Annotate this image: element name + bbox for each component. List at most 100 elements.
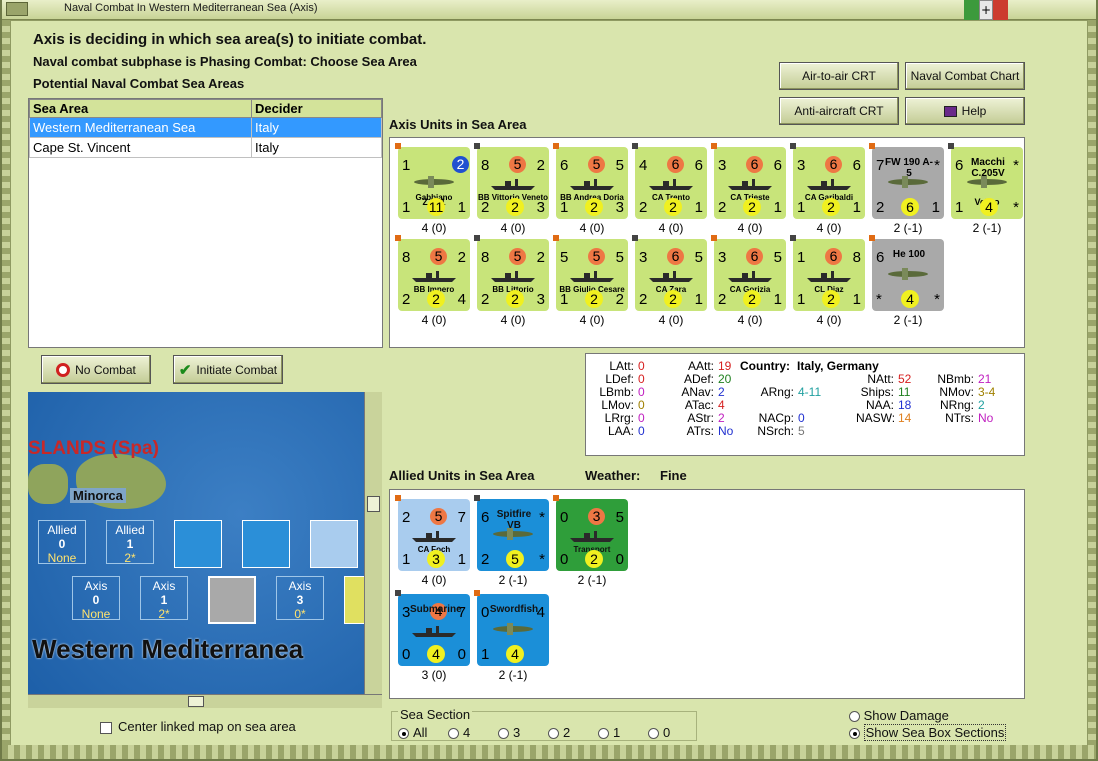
stat-value: 18 xyxy=(898,398,912,412)
unit-bottom-right: 2 xyxy=(615,291,624,308)
unit-bottom-center: 2 xyxy=(585,550,603,568)
air-to-air-crt-button[interactable]: Air-to-air CRT xyxy=(779,62,899,90)
stat-key: LRrg: xyxy=(604,411,634,425)
unit-counter[interactable]: 12GabbianoZ.5011111 xyxy=(395,143,470,219)
map-counter-spitfire[interactable] xyxy=(174,520,222,568)
axis-sea-box-1[interactable]: Axis 1 2* xyxy=(140,576,188,621)
close-icon[interactable] xyxy=(993,0,1009,20)
axis-sea-box-0[interactable]: Axis 0 None xyxy=(72,576,120,621)
counter-marker xyxy=(711,143,717,149)
scroll-thumb[interactable] xyxy=(188,696,204,707)
unit-counter[interactable]: 1 6 8 CL Diaz 1 2 1 xyxy=(790,235,865,311)
radio-button[interactable] xyxy=(849,711,860,723)
anti-aircraft-crt-button[interactable]: Anti-aircraft CRT xyxy=(779,97,899,125)
show-damage-option[interactable]: Show Damage xyxy=(849,708,949,723)
unit-counter[interactable]: 8 5 2 BB Littorio 2 2 3 xyxy=(474,235,549,311)
sea-section-option[interactable]: 4 xyxy=(448,725,498,740)
unit-counter[interactable]: 6 * Spitfire VB 2 5 * xyxy=(474,495,549,571)
no-combat-button[interactable]: No Combat xyxy=(41,355,151,384)
unit-caption: 2 (-1) xyxy=(893,313,923,327)
sea-section-option[interactable]: 2 xyxy=(548,725,598,740)
allied-sea-box-1[interactable]: Allied 1 2* xyxy=(106,520,154,565)
map-horizontal-scrollbar[interactable] xyxy=(28,694,382,708)
center-linked-checkbox-row[interactable]: Center linked map on sea area xyxy=(100,719,296,734)
unit-counter[interactable]: 3 6 6 CA Garibaldi 1 2 1 xyxy=(790,143,865,219)
unit-counter[interactable]: 3 6 5 CA Gorizia 2 2 1 xyxy=(711,235,786,311)
box-label: Axis xyxy=(152,579,176,593)
unit-counter[interactable]: 4 6 6 CA Trento 2 2 1 xyxy=(632,143,707,219)
col-decider[interactable]: Decider xyxy=(251,99,382,118)
scroll-thumb[interactable] xyxy=(367,496,380,512)
radio-button[interactable] xyxy=(398,728,409,740)
map-counter-he100[interactable] xyxy=(208,576,256,624)
stat-value: 0 xyxy=(638,359,645,373)
unit-bottom-left: 2 xyxy=(718,291,727,308)
radio-button[interactable] xyxy=(648,728,659,740)
unit-counter[interactable]: 0 4 Swordfish 1 4 xyxy=(474,590,549,666)
sea-section-group: Sea Section All 4 3 2 1 0 xyxy=(391,707,698,741)
unit-caption: 4 (0) xyxy=(500,221,526,235)
stat-key: LDef: xyxy=(605,372,634,386)
unit-defense: 6 xyxy=(667,248,684,265)
naval-combat-chart-button[interactable]: Naval Combat Chart xyxy=(905,62,1025,90)
linked-map[interactable]: SLANDS (Spa) Minorca Allied 0 None Allied 1… xyxy=(28,392,382,698)
show-boxes-option[interactable]: Show Sea Box Sections xyxy=(849,724,1007,741)
help-button[interactable]: Help xyxy=(905,97,1025,125)
show-damage-label: Show Damage xyxy=(863,708,949,723)
axis-sea-box-3[interactable]: Axis 3 0* xyxy=(276,576,324,621)
stat-value: No xyxy=(978,411,994,425)
unit-counter[interactable]: 6 5 5 BB Andrea Doria 1 2 3 xyxy=(553,143,628,219)
counter-marker xyxy=(553,495,559,501)
allied-sea-box-0[interactable]: Allied 0 None xyxy=(38,520,86,565)
radio-button[interactable] xyxy=(849,728,860,740)
sea-section-option[interactable]: 3 xyxy=(498,725,548,740)
unit-counter[interactable]: 8 5 2 BB Vittorio Veneto 2 2 3 xyxy=(474,143,549,219)
unit-counter[interactable]: 6*Macchi C.205VVeltro14* xyxy=(948,143,1023,219)
unit-caption: 4 (0) xyxy=(579,221,605,235)
unit-counter[interactable]: 3 6 5 CA Zara 2 2 1 xyxy=(632,235,707,311)
radio-button[interactable] xyxy=(498,728,509,740)
sea-section-option[interactable]: All xyxy=(398,725,448,740)
unit-bottom-left: 2 xyxy=(718,199,727,216)
maximize-icon[interactable]: + xyxy=(978,0,994,20)
radio-button[interactable] xyxy=(448,728,459,740)
unit-attack: 8 xyxy=(402,249,411,266)
map-vertical-scrollbar[interactable] xyxy=(364,392,382,698)
country-label: Country: xyxy=(740,359,790,373)
sea-section-option[interactable]: 0 xyxy=(648,725,698,740)
window-controls[interactable]: + xyxy=(964,0,1009,20)
checkbox[interactable] xyxy=(100,721,112,734)
table-row[interactable]: Cape St. Vincent Italy xyxy=(29,137,382,158)
initiate-combat-button[interactable]: ✔ Initiate Combat xyxy=(173,355,283,384)
map-counter-submarine[interactable] xyxy=(242,520,290,568)
ship-silhouette-icon xyxy=(412,269,456,282)
unit-counter[interactable]: 3 4 7 Submarine 0 4 0 xyxy=(395,590,470,666)
unit-counter[interactable]: 3 6 6 CA Trieste 2 2 1 xyxy=(711,143,786,219)
unit-bottom-left: 2 xyxy=(481,551,490,568)
sea-name-label: Western Mediterranea xyxy=(32,634,304,664)
counter-marker xyxy=(474,495,480,501)
unit-bottom-right: 0 xyxy=(457,646,466,663)
col-sea-area[interactable]: Sea Area xyxy=(29,99,252,118)
radio-button[interactable] xyxy=(598,728,609,740)
map-counter-foch[interactable] xyxy=(310,520,358,568)
unit-counter[interactable]: 6 He 100 * 4 * xyxy=(869,235,944,311)
unit-bottom-left: 1 xyxy=(481,646,490,663)
sea-section-option[interactable]: 1 xyxy=(598,725,648,740)
unit-counter[interactable]: 8 5 2 BB Impero 2 2 4 xyxy=(395,235,470,311)
unit-counter[interactable]: 2 5 7 CA Foch 1 3 1 xyxy=(395,495,470,571)
unit-counter[interactable]: 7 * FW 190 A-5 2 6 1 xyxy=(869,143,944,219)
no-entry-icon xyxy=(56,362,71,377)
table-row[interactable]: Western Mediterranean Sea Italy xyxy=(29,117,382,138)
box-number: 0 xyxy=(58,537,66,551)
unit-bottom-right: 1 xyxy=(457,199,466,216)
unit-counter[interactable]: 5 5 5 BB Giulio Cesare 1 2 2 xyxy=(553,235,628,311)
radio-button[interactable] xyxy=(548,728,559,740)
unit-counter[interactable]: 035Transport020 xyxy=(553,495,628,571)
unit-bottom-center: 6 xyxy=(901,198,919,216)
box-number: 1 xyxy=(160,593,168,607)
unit-bottom-center: 4 xyxy=(901,290,919,308)
unit-defense: 3 xyxy=(588,508,605,525)
unit-attack: 2 xyxy=(402,509,411,526)
stat-value: 0 xyxy=(638,385,645,399)
